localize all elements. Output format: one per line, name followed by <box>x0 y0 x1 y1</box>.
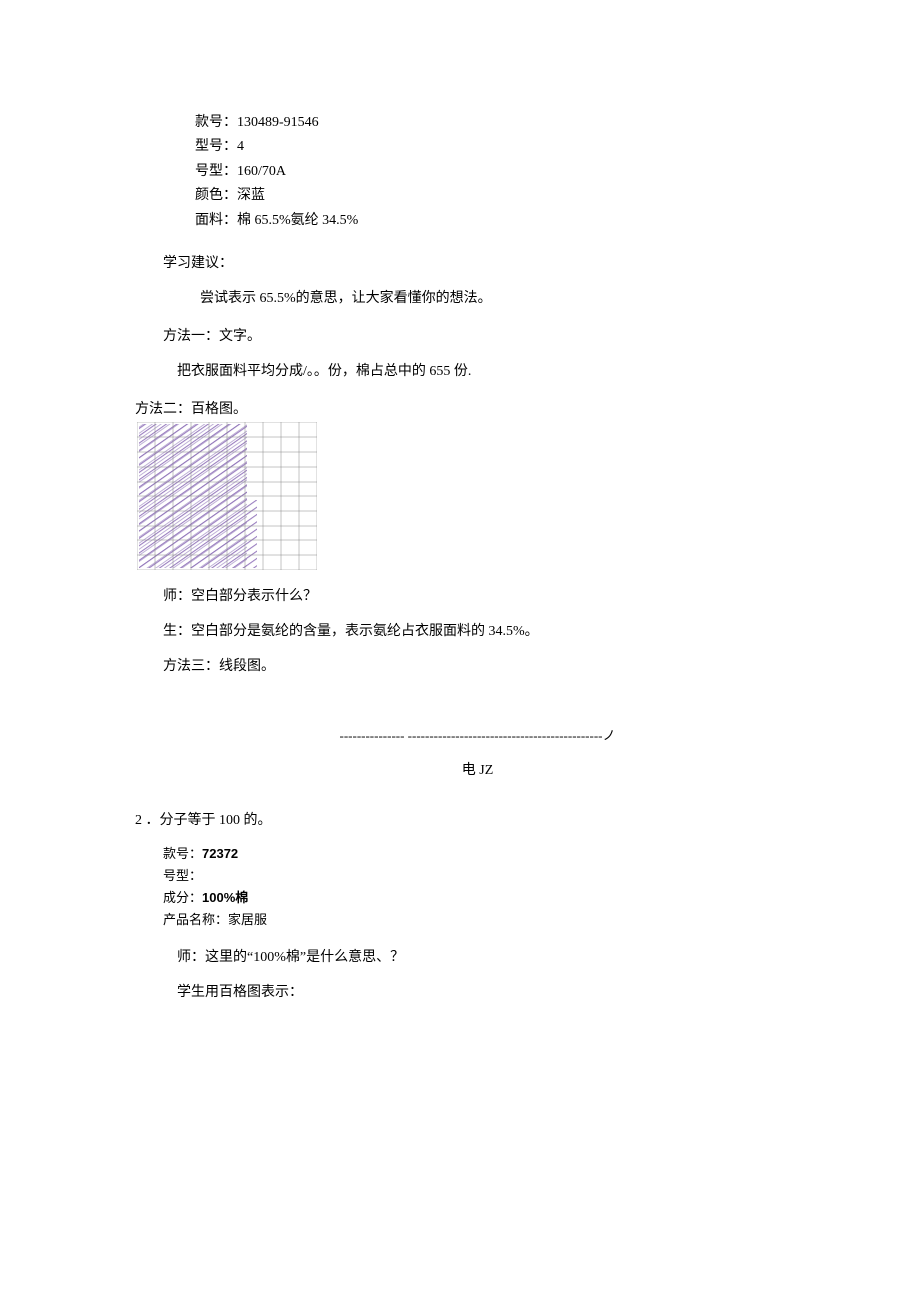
product-label-block-2: 款号：72372 号型： 成分：100%棉 产品名称：家居服 <box>163 844 820 931</box>
product-name-value: 家居服 <box>228 912 267 927</box>
color-line: 颜色：深蓝 <box>195 185 820 207</box>
style-number-value-2: 72372 <box>202 846 238 861</box>
method-3-heading: 方法三：线段图。 <box>163 655 820 675</box>
composition-label: 成分： <box>163 890 202 905</box>
fabric-value: 棉 65.5%氨纶 34.5% <box>237 213 358 228</box>
hundred-grid-diagram <box>137 422 317 570</box>
model-line: 型号：4 <box>195 136 820 158</box>
method-2-heading: 方法二：百格图。 <box>135 398 820 418</box>
teacher-question-2: 师：这里的“100%棉”是什么意思、？ <box>177 946 820 966</box>
product-name-line: 产品名称：家居服 <box>163 910 820 930</box>
study-advice-text: 尝试表示 65.5%的意思，让大家看懂你的想法。 <box>200 287 820 307</box>
composition-value: 100%棉 <box>202 890 248 905</box>
teacher-label: 师： <box>163 589 191 604</box>
size-label: 号型： <box>195 164 237 179</box>
hundred-grid-svg <box>137 422 317 570</box>
student-answer-1: 生：空白部分是氨纶的含量，表示氨纶占衣服面料的 34.5%。 <box>163 620 820 640</box>
teacher-question-1: 师：空白部分表示什么？ <box>163 585 820 605</box>
size-value: 160/70A <box>237 164 286 179</box>
color-label: 颜色： <box>195 188 237 203</box>
student-instruction: 学生用百格图表示： <box>177 981 820 1001</box>
size-line: 号型：160/70A <box>195 161 820 183</box>
student-answer-text: 空白部分是氨纶的含量，表示氨纶占衣服面料的 34.5%。 <box>191 624 539 639</box>
model-label: 型号： <box>195 139 237 154</box>
size-label-2: 号型： <box>163 868 202 883</box>
product-label-block-1: 款号：130489-91546 型号：4 号型：160/70A 颜色：深蓝 面料… <box>195 112 820 232</box>
section-2-heading: 2 ．分子等于 100 的。 <box>135 809 820 829</box>
study-advice-heading: 学习建议： <box>163 252 820 272</box>
style-number-value: 130489-91546 <box>237 115 319 130</box>
product-name-label: 产品名称： <box>163 912 228 927</box>
fabric-label: 面料： <box>195 213 237 228</box>
fabric-line: 面料：棉 65.5%氨纶 34.5% <box>195 210 820 232</box>
style-number-label: 款号： <box>195 115 237 130</box>
teacher-question-text: 空白部分表示什么？ <box>191 589 317 604</box>
color-value: 深蓝 <box>237 188 265 203</box>
style-number-line-2: 款号：72372 <box>163 844 820 864</box>
model-value: 4 <box>237 139 244 154</box>
method-1-heading: 方法一：文字。 <box>163 325 820 345</box>
style-number-label-2: 款号： <box>163 846 202 861</box>
student-label: 生： <box>163 624 191 639</box>
teacher-question-text-2: 这里的“100%棉”是什么意思、？ <box>205 950 404 965</box>
size-line-2: 号型： <box>163 866 820 886</box>
teacher-label-2: 师： <box>177 950 205 965</box>
method-1-text: 把衣服面料平均分成/。。份，棉占总中的 655 份. <box>177 360 820 380</box>
style-number-line: 款号：130489-91546 <box>195 112 820 134</box>
composition-line: 成分：100%棉 <box>163 888 820 908</box>
line-segment-diagram: --------------- ------------------------… <box>135 725 820 744</box>
line-diagram-caption: 电 JZ <box>135 759 820 779</box>
dash-line: --------------- ------------------------… <box>340 728 616 743</box>
